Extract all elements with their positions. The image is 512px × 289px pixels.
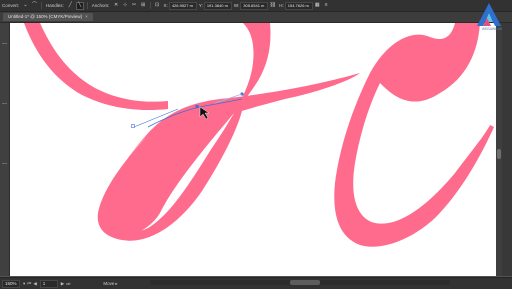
w-field[interactable]: 305.6541 m: [240, 1, 269, 10]
panel-grip: [2, 43, 7, 44]
left-toolbar-edge: [0, 23, 10, 276]
convert-label: Convert:: [2, 3, 20, 8]
anchors-label: Anchors:: [91, 3, 110, 8]
artwork-svg[interactable]: [10, 23, 496, 276]
artboard-canvas[interactable]: [10, 23, 496, 276]
watermark-logo-icon: [477, 3, 501, 26]
separator: [86, 2, 88, 9]
vertical-scroll-thumb[interactable]: [497, 149, 501, 159]
isolate-icon[interactable]: ▦: [314, 2, 321, 9]
convert-to-smooth-icon[interactable]: ⌒: [31, 2, 38, 9]
separator: [149, 2, 151, 9]
document-tab-bar: Untitled-1* @ 150% (CMYK/Preview) ×: [0, 12, 512, 23]
connect-anchor-icon[interactable]: ⊹: [122, 2, 129, 9]
hide-handles-icon[interactable]: ╲: [75, 1, 84, 10]
remove-anchor-icon[interactable]: ✕: [113, 2, 120, 9]
close-icon[interactable]: ×: [85, 14, 88, 19]
horizontal-scroll-thumb[interactable]: [290, 280, 320, 285]
prev-artboard-icon[interactable]: ◀: [33, 281, 36, 287]
status-bar: 150% ▾ ⏮ ◀ 1 ▶ ⏭ Move ▸: [0, 277, 512, 289]
last-artboard-icon[interactable]: ⏭: [66, 281, 70, 286]
document-tab-title: Untitled-1* @ 150% (CMYK/Preview): [8, 14, 83, 19]
artboard-number-field[interactable]: 1: [39, 279, 58, 288]
w-axis-label: W:: [233, 3, 240, 8]
right-panel-edge: [502, 23, 512, 276]
cut-path-icon[interactable]: ✂: [131, 2, 138, 9]
control-bar: Convert: ⌄ ⌒ Handles: ╱ ╲ Anchors: ✕ ⊹ ✂…: [0, 0, 512, 12]
menu-icon[interactable]: ≡: [323, 2, 330, 9]
panel-grip: [2, 103, 7, 104]
current-tool-label: Move: [103, 281, 115, 286]
show-handles-icon[interactable]: ╱: [67, 2, 74, 9]
panel-grip: [2, 163, 7, 164]
transform-icon[interactable]: ⊡: [154, 2, 161, 9]
anchor-point-selected[interactable]: [195, 105, 199, 108]
artwork-main-stroke[interactable]: [97, 23, 360, 241]
align-anchor-icon[interactable]: ⊞: [140, 2, 147, 9]
separator: [41, 2, 43, 9]
tool-menu-icon[interactable]: ▸: [115, 281, 117, 287]
artwork-right-curve[interactable]: [334, 23, 494, 247]
handles-label: Handles:: [46, 3, 64, 8]
h-field[interactable]: 154.7626 m: [284, 1, 313, 10]
convert-to-corner-icon[interactable]: ⌄: [22, 2, 29, 9]
anchor-point[interactable]: [131, 124, 135, 128]
link-proportions-icon[interactable]: ⛓: [269, 2, 276, 9]
watermark-text: WEBAWEAK: [481, 27, 503, 31]
x-field[interactable]: 426.9527 m: [168, 1, 197, 10]
next-artboard-icon[interactable]: ▶: [61, 281, 64, 287]
x-axis-label: X:: [163, 3, 168, 8]
artwork-left-loop[interactable]: [24, 23, 168, 111]
document-tab[interactable]: Untitled-1* @ 150% (CMYK/Preview) ×: [3, 13, 93, 21]
y-field[interactable]: 191.3840 m: [203, 1, 232, 10]
chevron-down-icon[interactable]: ▾: [23, 281, 25, 287]
zoom-field[interactable]: 150%: [2, 279, 20, 288]
horizontal-scrollbar[interactable]: [150, 280, 450, 285]
first-artboard-icon[interactable]: ⏮: [27, 281, 31, 286]
y-axis-label: Y:: [198, 3, 203, 8]
h-axis-label: H:: [279, 3, 284, 8]
